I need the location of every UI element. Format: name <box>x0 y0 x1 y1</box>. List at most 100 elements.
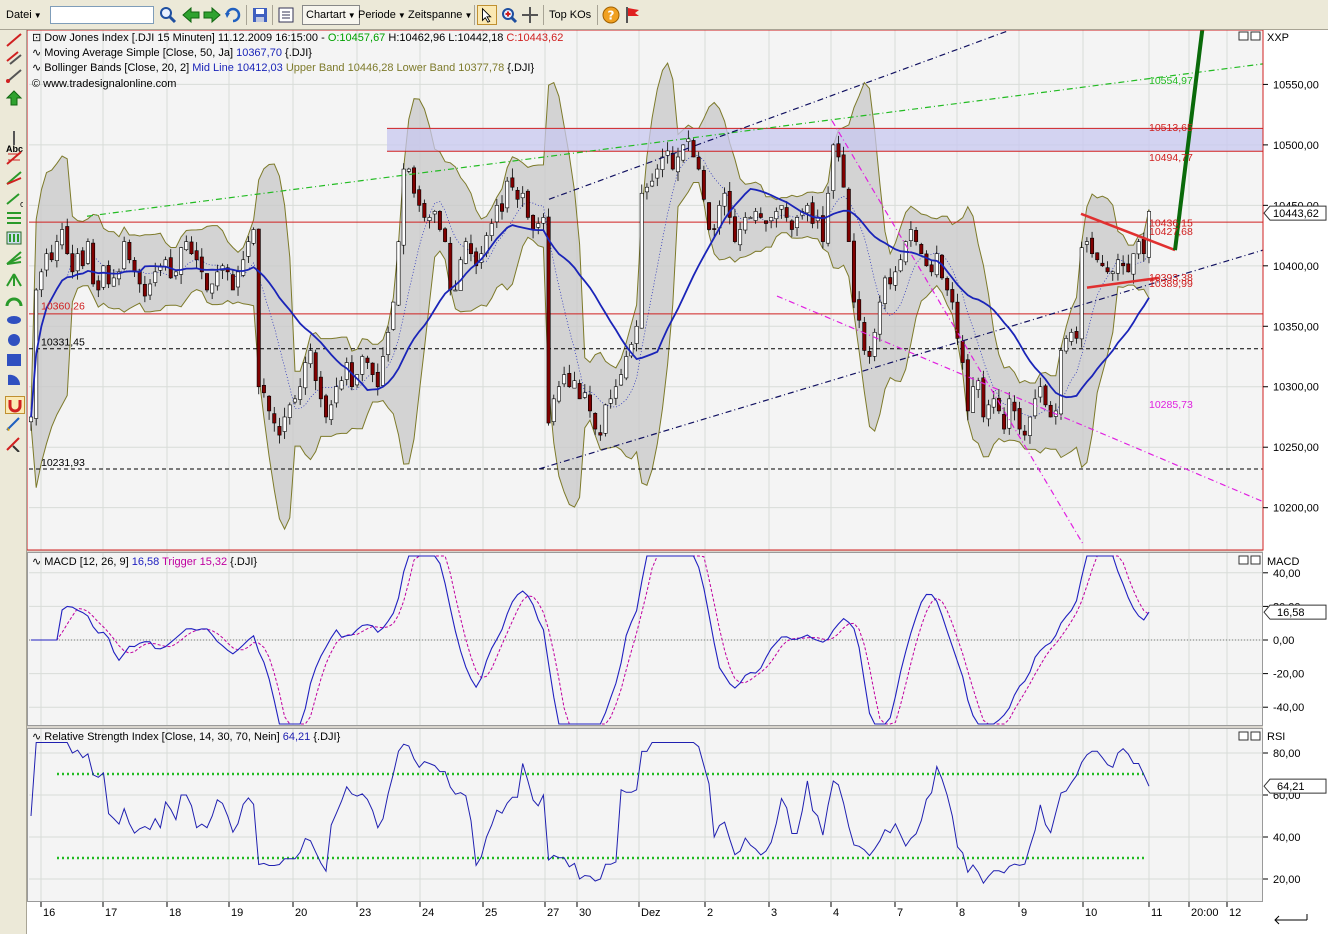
candle-body <box>298 386 303 400</box>
candle-body <box>287 404 292 418</box>
candle-body <box>986 404 991 420</box>
list-icon[interactable] <box>276 5 296 25</box>
bb-lower-value: Lower Band 10377,78 <box>393 62 504 74</box>
rectangle-tool-icon[interactable] <box>5 352 23 368</box>
candle-body <box>443 228 448 242</box>
instrument-info: Dow Jones Index [.DJI 15 Minuten] 11.12.… <box>44 32 328 44</box>
time-tick-label: 4 <box>833 907 839 919</box>
back-arrow-icon[interactable] <box>181 5 201 25</box>
candle-body <box>148 283 153 296</box>
maximize-icon[interactable] <box>1238 31 1249 41</box>
close-icon[interactable] <box>1250 731 1261 741</box>
candle-body <box>722 192 727 207</box>
andrews-pitchfork-tool-icon[interactable] <box>5 272 23 288</box>
zoom-icon[interactable] <box>499 5 519 25</box>
low-value: L:10442,18 <box>445 32 503 44</box>
time-tick-label: 24 <box>422 907 434 919</box>
candle-body <box>396 241 401 306</box>
macd-tick-label: -40,00 <box>1273 702 1304 714</box>
fibonacci-tool-icon[interactable] <box>5 150 23 166</box>
arc-tool-icon[interactable] <box>5 292 23 308</box>
candle-body <box>779 205 784 210</box>
candle-body <box>1064 338 1069 352</box>
vertical-line-tool-icon[interactable] <box>5 130 23 146</box>
candle-body <box>365 357 370 363</box>
chart-area[interactable]: 10360,26 10331,45 10231,93 10554,97 10513,65… <box>27 30 1328 934</box>
cycle-tool-icon[interactable] <box>5 230 23 246</box>
candle-body <box>898 259 903 272</box>
trendline-tool-icon[interactable] <box>5 32 23 48</box>
price-axis <box>1263 30 1328 902</box>
close-icon[interactable] <box>1250 555 1261 565</box>
candle-body <box>458 259 463 291</box>
delete-drawing-icon[interactable] <box>5 436 23 452</box>
candle-body <box>401 168 406 246</box>
candle-body <box>908 229 913 241</box>
refresh-icon[interactable] <box>223 5 243 25</box>
candle-body <box>1079 247 1084 340</box>
candle-body <box>588 394 592 412</box>
ray-tool-icon[interactable] <box>5 68 23 84</box>
candle-body <box>1126 263 1131 273</box>
candle-body <box>639 192 644 329</box>
period-dropdown[interactable]: Periode ▼ <box>358 5 406 25</box>
candle-body <box>945 278 950 291</box>
arrow-tool-icon[interactable] <box>5 90 23 106</box>
symbol-search-input[interactable] <box>50 6 154 24</box>
pointer-icon[interactable] <box>477 5 497 25</box>
circle-tool-icon[interactable] <box>5 332 23 348</box>
timespan-dropdown[interactable]: Zeitspanne ▼ <box>408 5 472 25</box>
candle-body <box>375 372 380 388</box>
magnet-icon[interactable] <box>5 396 25 414</box>
candle-body <box>184 241 189 251</box>
chevron-down-icon: ▼ <box>33 11 42 20</box>
candle-body <box>1017 408 1022 430</box>
flag-icon[interactable] <box>622 5 642 25</box>
candle-body <box>877 301 882 335</box>
ma-symbol: {.DJI} <box>282 47 312 59</box>
chart-type-dropdown[interactable]: Chartart ▼ <box>302 5 360 25</box>
edit-drawing-icon[interactable] <box>5 416 23 432</box>
macd-tick-label: 40,00 <box>1273 568 1301 580</box>
candle-body <box>1121 262 1126 267</box>
high-value: H:10462,96 <box>385 32 445 44</box>
forward-arrow-icon[interactable] <box>202 5 222 25</box>
candle-body <box>820 215 825 242</box>
candle-body <box>572 380 577 389</box>
candle-body <box>758 213 763 218</box>
top-kos-button[interactable]: Top KOs <box>549 5 591 25</box>
parallel-lines-tool-icon[interactable] <box>5 50 23 66</box>
candle-body <box>194 250 199 261</box>
bb-info: Bollinger Bands [Close, 20, 2] <box>44 62 192 74</box>
crosshair-icon[interactable] <box>520 5 540 25</box>
candle-body <box>546 216 551 424</box>
save-icon[interactable] <box>250 5 270 25</box>
speed-lines-tool-icon[interactable] <box>5 250 23 266</box>
bb-mid-value: Mid Line 10412,03 <box>192 62 283 74</box>
help-icon[interactable]: ? <box>601 5 621 25</box>
gann-tool-icon[interactable] <box>5 170 23 186</box>
maximize-icon[interactable] <box>1238 731 1249 741</box>
candle-body <box>960 340 965 363</box>
chart-type-label: Chartart <box>306 9 346 21</box>
channel-tool-icon[interactable]: G <box>5 192 23 208</box>
candle-body <box>1033 398 1038 417</box>
sector-tool-icon[interactable] <box>5 372 23 388</box>
candle-body <box>613 386 618 399</box>
ellipse-tool-icon[interactable] <box>5 312 23 328</box>
candle-body <box>660 156 665 170</box>
file-menu[interactable]: Datei ▼ <box>6 5 42 25</box>
macd-panel[interactable] <box>27 552 1263 726</box>
candle-body <box>1100 262 1105 267</box>
close-icon[interactable] <box>1250 31 1261 41</box>
candle-body <box>122 241 127 270</box>
maximize-icon[interactable] <box>1238 555 1249 565</box>
search-icon[interactable] <box>158 5 178 25</box>
indicator-icon: ∿ <box>32 47 44 59</box>
bb-symbol: {.DJI} <box>504 62 534 74</box>
time-tick-label: 12 <box>1229 907 1241 919</box>
candle-body <box>1074 331 1079 339</box>
main-header-line-2: ∿ Moving Average Simple [Close, 50, Ja] … <box>32 47 312 59</box>
fan-tool-icon[interactable] <box>5 210 23 226</box>
candle-body <box>950 289 955 303</box>
